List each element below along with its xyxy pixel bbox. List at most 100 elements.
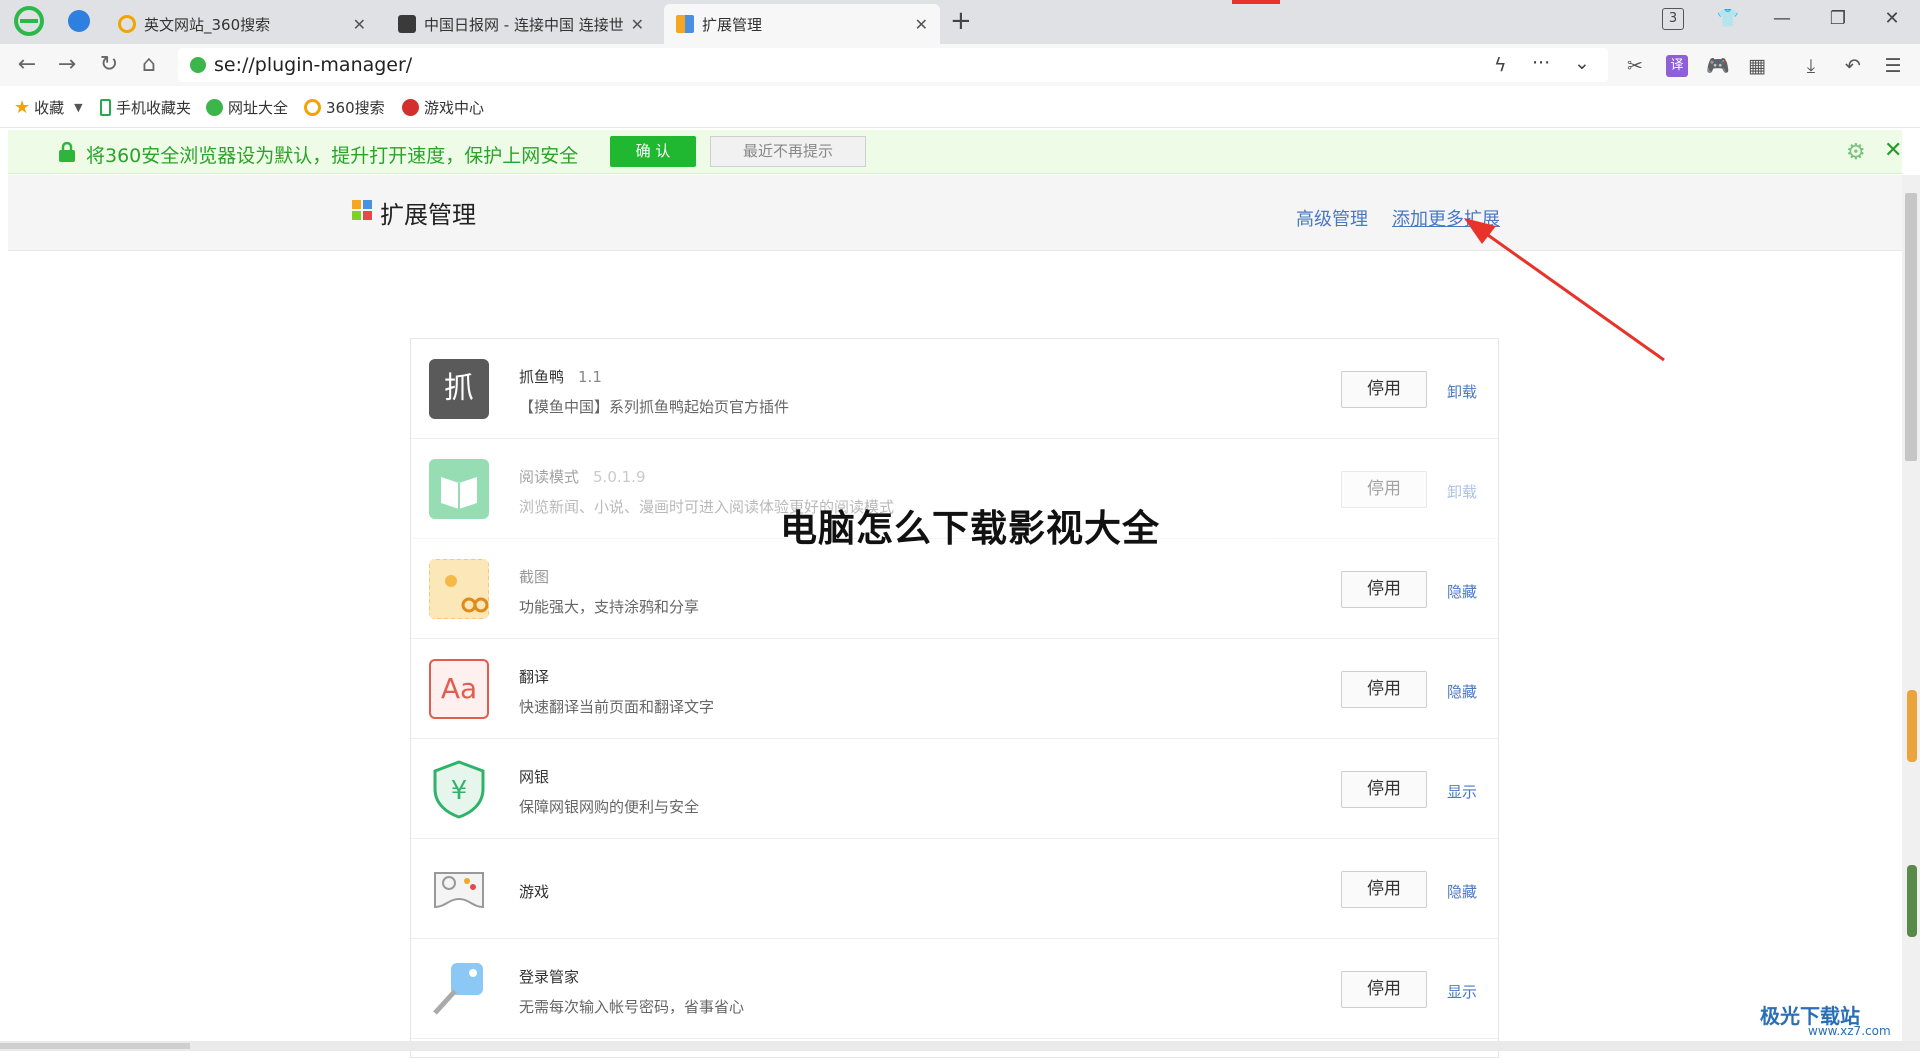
tab-label: 中国日报网 - 连接中国 连接世界 [424, 15, 624, 34]
extension-row: 登录管家 无需每次输入帐号密码，省事省心 停用 显示 [411, 939, 1498, 1039]
watermark: 极光下载站 www.xz7.com [1760, 1000, 1891, 1038]
dont-remind-button[interactable]: 最近不再提示 [710, 136, 866, 167]
default-browser-notice: 将360安全浏览器设为默认，提升打开速度，保护上网安全 确 认 最近不再提示 ⚙… [8, 130, 1902, 174]
extension-name-text: 翻译 [519, 668, 550, 686]
url-field[interactable]: se://plugin-manager/ ϟ ··· ⌄ [178, 48, 1608, 82]
disable-button[interactable]: 停用 [1341, 571, 1427, 608]
advanced-manage-link[interactable]: 高级管理 [1296, 205, 1368, 231]
tab-annotation [1232, 0, 1280, 4]
horizontal-scrollbar[interactable] [0, 1041, 1920, 1051]
hide-link[interactable]: 隐藏 [1447, 581, 1477, 602]
send-icon[interactable] [68, 10, 90, 32]
minimize-icon[interactable]: — [1770, 8, 1794, 29]
disable-button[interactable]: 停用 [1341, 671, 1427, 708]
bookmarks-bar: ★ 收藏 ▼ 手机收藏夹 网址大全 360搜索 游戏中心 [0, 86, 1920, 128]
translate-icon[interactable]: 译 [1666, 55, 1688, 77]
extension-list: 抓 抓鱼鸭 1.1 【摸鱼中国】系列抓鱼鸭起始页官方插件 停用 卸载 阅读模式 5.… [410, 338, 1499, 1058]
vertical-scrollbar[interactable] [1902, 175, 1920, 1041]
restore-icon[interactable]: ❐ [1826, 8, 1850, 29]
bookmark-label: 网址大全 [228, 99, 289, 117]
tab-bar: 英文网站_360搜索 ✕ 中国日报网 - 连接中国 连接世界 ✕ 扩展管理 ✕ … [0, 0, 1920, 44]
watermark-url: www.xz7.com [1808, 1024, 1891, 1038]
close-window-icon[interactable]: ✕ [1880, 8, 1904, 29]
undo-icon[interactable]: ↶ [1842, 55, 1864, 77]
extension-desc: 保障网银网购的便利与安全 [519, 798, 700, 816]
extension-row: 截图 功能强大，支持涂鸦和分享 停用 隐藏 [411, 539, 1498, 639]
extension-favicon-icon [676, 15, 694, 33]
book-icon [429, 459, 489, 519]
bookmark-favorites[interactable]: ★ 收藏 ▼ [14, 97, 83, 118]
hide-link[interactable]: 隐藏 [1447, 681, 1477, 702]
side-widget-2[interactable] [1907, 865, 1917, 937]
extension-name-text: 抓鱼鸭 [519, 368, 565, 386]
tab-label: 扩展管理 [702, 15, 763, 34]
close-icon[interactable]: ✕ [1884, 138, 1902, 163]
address-bar: ← → ↻ ⌂ se://plugin-manager/ ϟ ··· ⌄ ✂ 译… [0, 44, 1920, 86]
browser-logo-icon[interactable] [14, 6, 44, 36]
bookmark-label: 游戏中心 [424, 99, 485, 117]
extension-desc: 快速翻译当前页面和翻译文字 [519, 698, 715, 716]
tab-2[interactable]: 中国日报网 - 连接中国 连接世界 ✕ [386, 4, 656, 44]
download-icon[interactable]: ⤓ [1800, 55, 1822, 77]
overlay-caption: 电脑怎么下载影视大全 [780, 507, 1160, 550]
extension-name: 网银 [519, 766, 549, 787]
hide-link[interactable]: 隐藏 [1447, 881, 1477, 902]
close-icon[interactable]: ✕ [353, 15, 366, 34]
disable-button[interactable]: 停用 [1341, 971, 1427, 1008]
disable-button[interactable]: 停用 [1341, 371, 1427, 408]
extension-version: 5.0.1.9 [593, 468, 646, 486]
back-icon[interactable]: ← [14, 53, 40, 77]
secure-icon [190, 57, 206, 73]
horizontal-scrollbar-thumb[interactable] [0, 1043, 190, 1049]
scissors-icon[interactable]: ✂ [1624, 55, 1646, 77]
scrollbar-thumb[interactable] [1905, 193, 1917, 461]
bookmark-label: 收藏 [34, 99, 65, 117]
bookmark-sites[interactable]: 网址大全 [206, 97, 288, 118]
extension-version: 1.1 [578, 368, 602, 386]
extension-name-text: 登录管家 [519, 968, 580, 986]
shield-icon: ¥ [429, 759, 489, 819]
bookmark-mobile[interactable]: 手机收藏夹 [100, 97, 191, 118]
disable-button[interactable]: 停用 [1341, 871, 1427, 908]
skin-icon[interactable]: 👕 [1716, 8, 1740, 29]
extension-name-text: 游戏 [519, 883, 550, 901]
confirm-button[interactable]: 确 认 [610, 136, 696, 167]
sites-icon [206, 99, 223, 116]
bookmark-games[interactable]: 游戏中心 [402, 97, 484, 118]
tab-1[interactable]: 英文网站_360搜索 ✕ [106, 4, 378, 44]
extension-name-text: 截图 [519, 568, 550, 586]
close-icon[interactable]: ✕ [915, 15, 928, 34]
extension-name: 翻译 [519, 666, 549, 687]
home-icon[interactable]: ⌂ [136, 53, 162, 77]
chevron-down-icon[interactable]: ⌄ [1574, 52, 1590, 74]
forward-icon[interactable]: → [54, 53, 80, 77]
extension-row: 游戏 停用 隐藏 [411, 839, 1498, 939]
disable-button[interactable]: 停用 [1341, 471, 1427, 508]
extension-desc: 无需每次输入帐号密码，省事省心 [519, 998, 745, 1016]
bookmark-360search[interactable]: 360搜索 [304, 97, 385, 118]
gear-icon[interactable]: ⚙ [1846, 140, 1866, 165]
more-icon[interactable]: ··· [1532, 52, 1550, 74]
uninstall-link[interactable]: 卸载 [1447, 381, 1477, 402]
lightning-icon[interactable]: ϟ [1494, 54, 1507, 76]
new-tab-icon[interactable]: + [950, 6, 972, 36]
disable-button[interactable]: 停用 [1341, 771, 1427, 808]
tab-label: 英文网站_360搜索 [144, 15, 271, 34]
show-link[interactable]: 显示 [1447, 781, 1477, 802]
apps-grid-icon[interactable]: ▦ [1746, 55, 1768, 77]
extension-name: 阅读模式 5.0.1.9 [519, 466, 646, 487]
side-widget[interactable] [1907, 690, 1917, 762]
reload-icon[interactable]: ↻ [96, 53, 122, 77]
tab-3[interactable]: 扩展管理 ✕ [664, 4, 940, 44]
search-icon [304, 99, 321, 116]
show-link[interactable]: 显示 [1447, 981, 1477, 1002]
chinadaily-favicon-icon [398, 15, 416, 33]
translate-aa-icon: Aa [429, 659, 489, 719]
uninstall-link[interactable]: 卸载 [1447, 481, 1477, 502]
tab-count-badge[interactable]: 3 [1662, 8, 1684, 30]
game-icon[interactable]: 🎮 [1706, 55, 1730, 77]
screenshot-icon [429, 559, 489, 619]
close-icon[interactable]: ✕ [631, 15, 644, 34]
chevron-down-icon[interactable]: ▼ [74, 101, 82, 114]
menu-icon[interactable]: ☰ [1882, 55, 1904, 77]
